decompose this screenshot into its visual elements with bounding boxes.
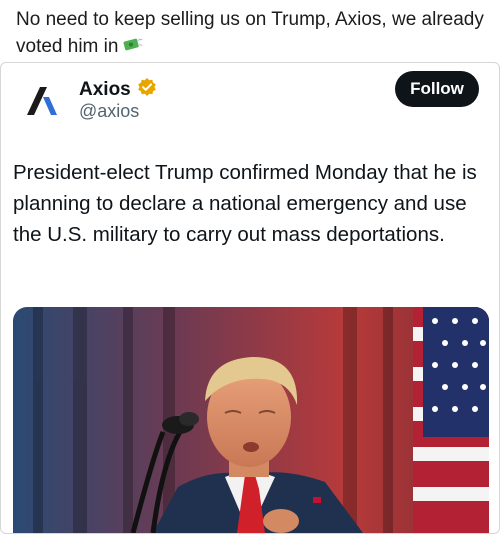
account-handle[interactable]: @axios: [79, 101, 139, 122]
photo-speaker-at-podium-icon: [13, 307, 489, 533]
axios-logo-icon[interactable]: [23, 83, 59, 119]
money-with-wings-icon: [122, 33, 144, 60]
post-media-image[interactable]: [13, 307, 489, 533]
follow-button[interactable]: Follow: [395, 71, 479, 107]
account-name-label: Axios: [79, 79, 131, 100]
gold-verified-badge-icon: [137, 77, 157, 103]
account-name[interactable]: Axios: [79, 77, 157, 103]
post-text: President-elect Trump confirmed Monday t…: [13, 161, 477, 246]
embedded-post-card[interactable]: Axios @axios Follow President-elect Trum…: [0, 62, 500, 534]
caption-text: No need to keep selling us on Trump, Axi…: [16, 9, 484, 57]
caption: No need to keep selling us on Trump, Axi…: [16, 6, 486, 60]
